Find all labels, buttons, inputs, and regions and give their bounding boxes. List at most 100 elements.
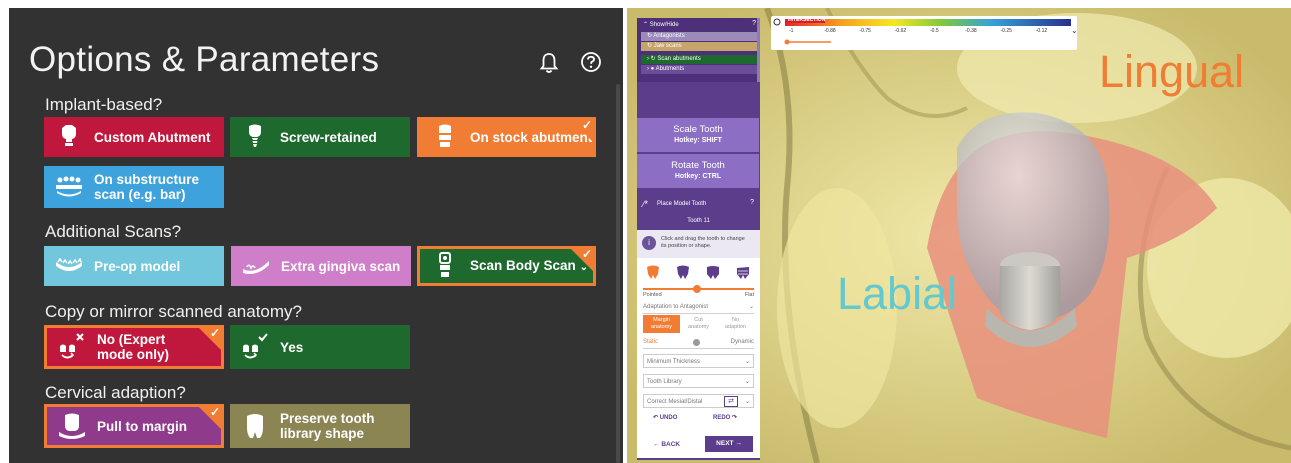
showhide-antagonists[interactable]: ↻ Antagonists [641,32,757,41]
no-expert-card[interactable]: No (Expert mode only) ✓ [44,325,224,369]
yes-mirror-card[interactable]: Yes [230,325,410,369]
legend-tick-label: -0.12 [1035,28,1048,34]
section-implant-label: Implant-based? [45,95,163,114]
jaw-scans-label: Jaw scans [653,43,682,49]
labial-label: Labial [837,268,957,320]
gingiva-icon [231,246,281,286]
tooth-library-dropdown[interactable]: Tooth Library ⌄ [643,374,754,388]
showhide-jaw-scans[interactable]: ↻ Jaw scans [641,42,757,51]
legend-tick-label: -0.25 [1000,28,1012,34]
static-dynamic-toggle[interactable]: Static Dynamic [643,335,754,349]
swap-icon[interactable]: ⇄ [724,396,738,407]
rotate-tooth-label: Rotate Tooth [671,160,725,171]
showhide-scan-abutments[interactable]: › ↻ Scan abutments [641,55,757,64]
screw-retained-label: Screw-retained [280,129,377,145]
options-scrollbar[interactable] [616,84,620,463]
legend-tick-label: -0.62 [894,28,907,34]
showhide-panel[interactable]: ⌃ Show/Hide ? ↻ Antagonists ↻ Jaw scans … [637,18,760,82]
showhide-help-icon[interactable]: ? [752,20,756,27]
bar-structure-icon [44,167,94,207]
chevron-down-icon: ⌄ [744,379,750,385]
place-info: i Click and drag the tooth to change its … [637,230,760,258]
adaptation-dropdown[interactable]: Adaptation to Antagonist ⌄ [643,300,754,314]
adaptation-label: Adaptation to Antagonist [643,304,709,310]
scale-tooth-button[interactable]: Scale Tooth Hotkey: SHIFT [637,118,759,152]
checkmark-icon: ✓ [581,118,592,132]
legend-tick-label: -0.75 [859,28,871,34]
scan-abutments-label: Scan abutments [657,56,701,62]
undo-button[interactable]: ↶ UNDO [653,414,677,421]
custom-abutment-card[interactable]: Custom Abutment [44,117,224,157]
info-line2: its position or shape. [661,243,712,249]
shape-slider-handle[interactable] [693,285,701,293]
seg-no-adaption[interactable]: No adaption [717,315,754,333]
tooth-shape-options[interactable] [645,264,751,280]
abutments-label: Abutments [655,66,685,72]
place-help-icon[interactable]: ? [750,199,754,206]
chevron-down-icon: ⌄ [744,399,750,405]
showhide-abutments[interactable]: › ● Abutments [641,65,757,74]
checkmark-icon: ✓ [209,326,220,340]
redo-button[interactable]: REDO ↷ [713,414,737,421]
rotate-tooth-hotkey: Hotkey: CTRL [674,173,722,180]
seg-margin-line2: anatomy [650,324,673,330]
help-icon[interactable] [580,51,602,73]
3d-viewport[interactable]: Lingual Labial INTERSECTION ⌄ -1 -0.88 -… [627,8,1291,463]
yes-mirror-label: Yes [280,339,304,355]
flat-label: Flat [744,292,754,298]
tooth-shape-4-icon[interactable] [735,264,751,280]
extra-gingiva-label: Extra gingiva scan [281,258,401,274]
no-expert-line1: No (Expert [97,332,166,347]
preserve-library-card[interactable]: Preserve tooth library shape [230,404,410,448]
options-header: Options & Parameters [9,8,623,98]
legend-title: INTERSECTION [788,17,826,23]
back-button[interactable]: ← BACK [653,441,680,448]
pointed-label: Pointed [643,292,662,298]
section-anatomy-label: Copy or mirror scanned anatomy? [45,302,303,321]
legend-chevron-icon[interactable]: ⌄ [1071,26,1078,35]
pull-to-margin-card[interactable]: Pull to margin ✓ [44,404,224,448]
extra-gingiva-card[interactable]: Extra gingiva scan [231,246,411,286]
min-thickness-label: Minimum Thickness [647,359,700,365]
preop-model-label: Pre-op model [94,258,181,274]
mirror-icon [230,327,280,367]
seg-margin-anatomy[interactable]: Margin anatomy [643,315,680,333]
checkmark-icon: ✓ [209,405,220,419]
next-label: NEXT [716,440,734,447]
adaptation-segments[interactable]: Margin anatomy Cut anatomy No adaption [643,315,754,333]
legend-ticks: -1 -0.88 -0.75 -0.62 -0.5 -0.38 -0.25 -0.12 [789,28,1071,36]
intersection-legend[interactable]: INTERSECTION ⌄ -1 -0.88 -0.75 -0.62 -0.5 -0.3… [771,16,1078,50]
preserve-line2: library shape [280,426,365,441]
tooth-shape-1-icon[interactable] [645,264,661,280]
tooth-shape-2-icon[interactable] [675,264,691,280]
next-button[interactable]: NEXT → [705,436,753,452]
showhide-scrollbar[interactable] [757,18,760,82]
preop-model-card[interactable]: Pre-op model [44,246,224,286]
bell-icon[interactable] [539,52,559,74]
lingual-text: Lingual [1099,46,1245,97]
substructure-card[interactable]: On substructure scan (e.g. bar) [44,166,224,208]
seg-cut-line2: anatomy [687,324,710,330]
scan-body-card[interactable]: Scan Body Scan ⌄ ✓ [417,246,596,286]
labial-text: Labial [837,268,958,319]
info-text: Click and drag the tooth to change its po… [661,236,745,250]
seg-cut-line1: Cut [694,317,703,323]
min-thickness-dropdown[interactable]: Minimum Thickness ⌄ [643,354,754,368]
toggle-knob[interactable] [693,339,700,346]
options-panel: Options & Parameters Implant-based? Cust… [9,8,623,463]
place-title: Place Model Tooth [657,201,707,207]
correct-mesial-dropdown[interactable]: Correct Mesial/Distal ⇄ ⌄ [643,394,754,408]
screw-retained-card[interactable]: Screw-retained [230,117,410,157]
stock-abutment-card[interactable]: On stock abutment ✓ [417,117,596,157]
tooth-icon [230,406,280,446]
scale-tooth-label: Scale Tooth [673,124,723,135]
antagonists-label: Antagonists [653,33,685,39]
tooth-shape-3-icon[interactable] [705,264,721,280]
seg-cut-anatomy[interactable]: Cut anatomy [680,315,717,333]
showhide-header[interactable]: ⌃ Show/Hide [637,21,753,30]
seg-margin-line1: Margin [653,317,670,323]
checkmark-icon: ✓ [581,247,592,261]
pull-margin-icon [47,407,97,445]
rotate-tooth-button[interactable]: Rotate Tooth Hotkey: CTRL [637,154,759,188]
section-scans-label: Additional Scans? [45,222,182,241]
